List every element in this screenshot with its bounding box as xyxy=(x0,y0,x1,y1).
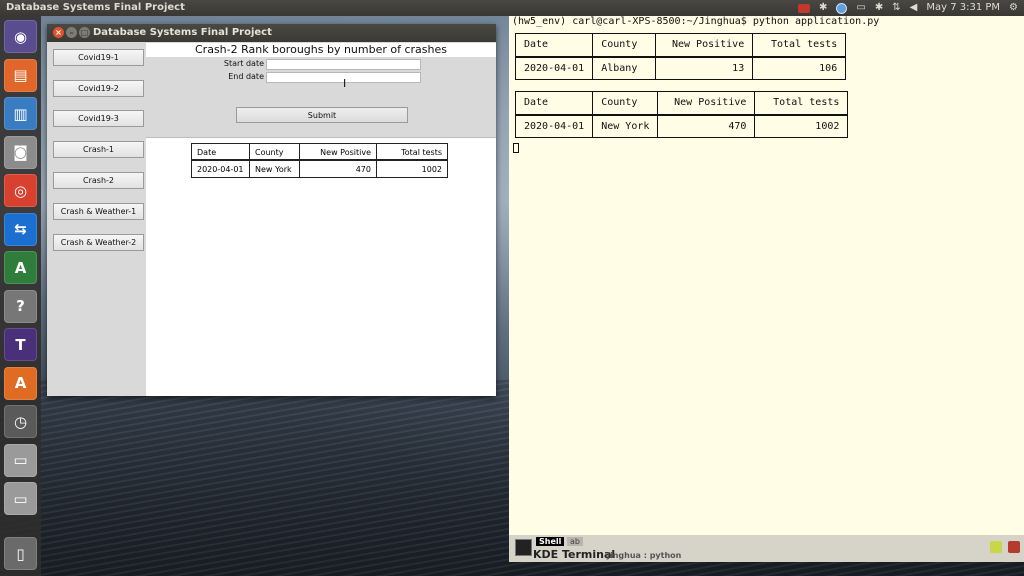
table-header-row: Date County New Positive Total tests xyxy=(514,91,849,116)
cell-date: 2020-04-01 xyxy=(514,114,594,138)
end-date-label: End date xyxy=(228,72,264,81)
window-title: Database Systems Final Project xyxy=(93,27,272,38)
software-center-icon[interactable]: A xyxy=(4,366,37,400)
cell-total-tests: 1002 xyxy=(376,160,448,178)
header-date: Date xyxy=(514,91,594,116)
chrome-icon[interactable]: ◎ xyxy=(4,174,37,207)
terminal-table-1: Date County New Positive Total tests 202… xyxy=(514,33,847,80)
maximize-window-icon[interactable]: □ xyxy=(79,27,90,38)
cell-new-positive: 470 xyxy=(657,114,756,138)
covid19-2-button[interactable]: Covid19-2 xyxy=(53,80,144,97)
cell-date: 2020-04-01 xyxy=(191,160,250,178)
terminal-prompt-line: (hw5_env) carl@carl-XPS-8500:~/Jinghua$ … xyxy=(512,16,880,27)
settings-gear-icon[interactable]: ⚙ xyxy=(1009,0,1018,16)
query-title: Crash-2 Rank boroughs by number of crash… xyxy=(146,43,496,57)
terminal-app-name: KDE Terminal xyxy=(533,548,616,561)
tab-ab[interactable]: ab xyxy=(567,537,583,546)
record-indicator-icon[interactable] xyxy=(798,3,811,13)
header-total-tests: Total tests xyxy=(752,33,847,58)
tab-shell[interactable]: Shell xyxy=(536,537,565,546)
terminal-tray xyxy=(990,541,1020,553)
ubuntu-logo-icon[interactable]: ◉ xyxy=(4,20,37,53)
header-new-positive: New Positive xyxy=(655,33,754,58)
terminal-session-name: Jinghua : python xyxy=(607,551,682,560)
camera-icon[interactable]: ◙ xyxy=(4,135,37,169)
crash-weather-2-button[interactable]: Crash & Weather-2 xyxy=(53,234,144,251)
submit-button[interactable]: Submit xyxy=(236,107,408,123)
terminal-window[interactable]: (hw5_env) carl@carl-XPS-8500:~/Jinghua$ … xyxy=(509,16,1024,562)
crash-2-button[interactable]: Crash-2 xyxy=(53,172,144,189)
table-row: 2020-04-01 New York 470 1002 xyxy=(514,114,849,138)
bluetooth-tray-icon[interactable]: ✱ xyxy=(875,0,883,16)
drive-icon[interactable]: ▭ xyxy=(4,443,37,477)
table-row: 2020-04-01 New York 470 1002 xyxy=(191,160,448,178)
keyboard-icon[interactable]: ▭ xyxy=(856,0,865,16)
cell-county: Albany xyxy=(592,56,657,80)
app-window: × – □ Database Systems Final Project Cov… xyxy=(47,24,496,396)
volume-icon[interactable]: ◀ xyxy=(910,0,918,16)
header-county: County xyxy=(592,91,659,116)
text-cursor-icon: I xyxy=(343,77,347,90)
clock[interactable]: May 7 3:31 PM xyxy=(926,0,1000,16)
query-panel: Crash-2 Rank boroughs by number of crash… xyxy=(146,42,496,396)
covid19-3-button[interactable]: Covid19-3 xyxy=(53,110,144,127)
covid19-1-button[interactable]: Covid19-1 xyxy=(53,49,144,66)
clock-icon[interactable]: ◷ xyxy=(4,405,37,438)
table-row: 2020-04-01 Albany 13 106 xyxy=(514,56,847,80)
teamviewer-tray-icon[interactable] xyxy=(836,2,848,14)
indicator-area: ✱ ▭ ✱ ⇅ ◀ May 7 3:31 PM ⚙ xyxy=(798,0,1018,16)
cell-total-tests: 106 xyxy=(752,56,847,80)
help-icon[interactable]: ? xyxy=(4,289,37,323)
result-pane: Date County New Positive Total tests 202… xyxy=(146,137,496,396)
cell-county: New York xyxy=(592,114,659,138)
start-date-input[interactable] xyxy=(266,59,421,70)
tray-chevron-icon[interactable] xyxy=(990,541,1002,553)
window-titlebar[interactable]: × – □ Database Systems Final Project xyxy=(47,24,496,42)
cell-new-positive: 13 xyxy=(655,56,754,80)
cell-new-positive: 470 xyxy=(299,160,377,178)
table-header-row: Date County New Positive Total tests xyxy=(514,33,847,58)
tray-close-icon[interactable] xyxy=(1008,541,1020,553)
start-date-label: Start date xyxy=(223,59,264,68)
header-total-tests: Total tests xyxy=(376,143,448,161)
query-sidebar: Covid19-1 Covid19-2 Covid19-3 Crash-1 Cr… xyxy=(47,42,146,396)
teamviewer-icon[interactable]: ⇆ xyxy=(4,212,37,246)
minimize-window-icon[interactable]: – xyxy=(66,27,77,38)
header-date: Date xyxy=(191,143,250,161)
cell-date: 2020-04-01 xyxy=(514,56,594,80)
terminal-table-2: Date County New Positive Total tests 202… xyxy=(514,91,849,138)
network-icon[interactable]: ⇅ xyxy=(892,0,900,16)
header-new-positive: New Positive xyxy=(657,91,756,116)
launcher: ◉ ▤ ▥ ◙ ◎ ⇆ A? T A ◷ ▭ ▭ ▯ xyxy=(0,16,41,576)
terminal-tab-bar: Shell ab KDE Terminal Jinghua : python xyxy=(509,535,1024,562)
cell-total-tests: 1002 xyxy=(754,114,849,138)
files-icon[interactable]: ▤ xyxy=(4,58,37,92)
close-window-icon[interactable]: × xyxy=(53,27,64,38)
crash-weather-1-button[interactable]: Crash & Weather-1 xyxy=(53,203,144,220)
usb-drive-icon[interactable]: ▭ xyxy=(4,482,37,515)
header-county: County xyxy=(592,33,657,58)
document-viewer-icon[interactable]: ▥ xyxy=(4,97,37,130)
terminal-cursor xyxy=(513,143,519,153)
table-header-row: Date County New Positive Total tests xyxy=(191,143,448,161)
crash-1-button[interactable]: Crash-1 xyxy=(53,141,144,158)
cell-county: New York xyxy=(249,160,300,178)
top-panel: Database Systems Final Project ✱ ▭ ✱ ⇅ ◀… xyxy=(0,0,1024,16)
header-new-positive: New Positive xyxy=(299,143,377,161)
bluetooth-icon[interactable]: ✱ xyxy=(819,0,827,16)
header-total-tests: Total tests xyxy=(754,91,849,116)
trash-icon[interactable]: ▯ xyxy=(4,537,37,570)
texmaker-icon[interactable]: T xyxy=(4,328,37,361)
header-date: Date xyxy=(514,33,594,58)
result-table: Date County New Positive Total tests 202… xyxy=(191,143,448,178)
anydesk-icon[interactable]: A xyxy=(4,251,37,284)
terminal-app-icon xyxy=(515,539,532,556)
header-county: County xyxy=(249,143,300,161)
active-app-title: Database Systems Final Project xyxy=(6,2,185,13)
